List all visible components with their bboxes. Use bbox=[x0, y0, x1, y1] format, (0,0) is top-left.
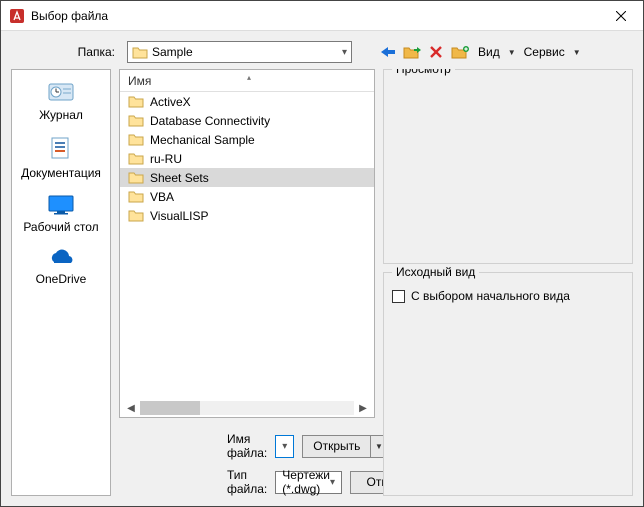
place-documents[interactable]: Документация bbox=[12, 132, 110, 188]
folder-icon bbox=[128, 171, 144, 184]
folder-icon bbox=[128, 190, 144, 203]
filename-label: Имя файла: bbox=[227, 432, 267, 460]
view-menu[interactable]: Вид bbox=[474, 41, 504, 63]
back-button[interactable] bbox=[378, 42, 398, 62]
folder-icon bbox=[128, 95, 144, 108]
file-row-name: Sheet Sets bbox=[150, 171, 209, 185]
onedrive-icon bbox=[12, 248, 110, 268]
file-row[interactable]: VBA bbox=[120, 187, 374, 206]
desktop-icon bbox=[12, 194, 110, 216]
folder-icon bbox=[128, 114, 144, 127]
initial-view-checkbox[interactable] bbox=[392, 290, 405, 303]
folder-icon bbox=[128, 133, 144, 146]
file-row-name: VBA bbox=[150, 190, 174, 204]
file-row-name: ActiveX bbox=[150, 95, 191, 109]
place-history[interactable]: Журнал bbox=[12, 76, 110, 130]
column-name: Имя bbox=[128, 74, 151, 88]
chevron-down-icon: ▼ bbox=[375, 442, 383, 451]
service-menu-drop-icon[interactable]: ▼ bbox=[573, 48, 581, 57]
sort-indicator-icon: ▴ bbox=[247, 73, 251, 82]
place-desktop-label: Рабочий стол bbox=[12, 220, 110, 234]
filename-input[interactable]: ▾ bbox=[275, 435, 294, 458]
folder-label: Папка: bbox=[11, 45, 121, 59]
preview-title: Просмотр bbox=[392, 69, 455, 76]
file-list: Имя ▴ ActiveX Database Connectivity Mechan… bbox=[119, 69, 375, 418]
folder-icon bbox=[132, 45, 148, 59]
places-bar: Журнал Документация Рабочий стол bbox=[11, 69, 111, 496]
new-folder-button[interactable] bbox=[450, 42, 470, 62]
file-row[interactable]: ActiveX bbox=[120, 92, 374, 111]
folder-icon bbox=[128, 209, 144, 222]
scroll-left-icon[interactable]: ◀ bbox=[124, 401, 138, 415]
file-row[interactable]: VisualLISP bbox=[120, 206, 374, 225]
file-row[interactable]: Database Connectivity bbox=[120, 111, 374, 130]
delete-button[interactable] bbox=[426, 42, 446, 62]
file-row[interactable]: Mechanical Sample bbox=[120, 130, 374, 149]
original-view-title: Исходный вид bbox=[392, 265, 479, 279]
place-onedrive-label: OneDrive bbox=[12, 272, 110, 286]
chevron-down-icon: ▾ bbox=[342, 47, 347, 58]
folder-name: Sample bbox=[148, 45, 342, 59]
open-button[interactable]: Открыть bbox=[302, 435, 371, 458]
file-select-dialog: Выбор файла Папка: Sample ▾ bbox=[0, 0, 644, 507]
title-bar: Выбор файла bbox=[1, 1, 643, 31]
app-icon bbox=[9, 8, 25, 24]
close-button[interactable] bbox=[598, 1, 643, 31]
place-history-label: Журнал bbox=[12, 108, 110, 122]
file-row[interactable]: Sheet Sets bbox=[120, 168, 374, 187]
chevron-down-icon: ▾ bbox=[282, 441, 287, 452]
scroll-right-icon[interactable]: ▶ bbox=[356, 401, 370, 415]
file-row-name: Mechanical Sample bbox=[150, 133, 255, 147]
place-desktop[interactable]: Рабочий стол bbox=[12, 190, 110, 242]
filetype-select[interactable]: Чертежи (*.dwg) ▾ bbox=[275, 471, 342, 494]
top-toolbar: Папка: Sample ▾ bbox=[11, 37, 633, 69]
initial-view-checkbox-label: С выбором начального вида bbox=[411, 289, 570, 303]
file-row-name: VisualLISP bbox=[150, 209, 208, 223]
service-menu-label: Сервис bbox=[524, 45, 565, 59]
view-menu-label: Вид bbox=[478, 45, 500, 59]
dialog-title: Выбор файла bbox=[31, 9, 598, 23]
filetype-label: Тип файла: bbox=[227, 468, 267, 496]
documents-icon bbox=[12, 136, 110, 162]
chevron-down-icon: ▾ bbox=[330, 477, 335, 488]
folder-nav-button[interactable] bbox=[402, 42, 422, 62]
scroll-thumb[interactable] bbox=[140, 401, 200, 415]
filetype-value: Чертежи (*.dwg) bbox=[282, 468, 330, 496]
file-list-header[interactable]: Имя ▴ bbox=[120, 70, 374, 92]
view-menu-drop-icon[interactable]: ▼ bbox=[508, 48, 516, 57]
scroll-track[interactable] bbox=[140, 401, 354, 415]
file-row-name: Database Connectivity bbox=[150, 114, 270, 128]
file-row-name: ru-RU bbox=[150, 152, 182, 166]
place-documents-label: Документация bbox=[12, 166, 110, 180]
place-onedrive[interactable]: OneDrive bbox=[12, 244, 110, 294]
file-row[interactable]: ru-RU bbox=[120, 149, 374, 168]
history-icon bbox=[12, 80, 110, 104]
folder-icon bbox=[128, 152, 144, 165]
folder-select[interactable]: Sample ▾ bbox=[127, 41, 352, 63]
original-view-group: Исходный вид С выбором начального вида bbox=[383, 272, 633, 496]
service-menu[interactable]: Сервис bbox=[520, 41, 569, 63]
horizontal-scrollbar[interactable]: ◀ ▶ bbox=[120, 399, 374, 417]
preview-group: Просмотр bbox=[383, 69, 633, 264]
